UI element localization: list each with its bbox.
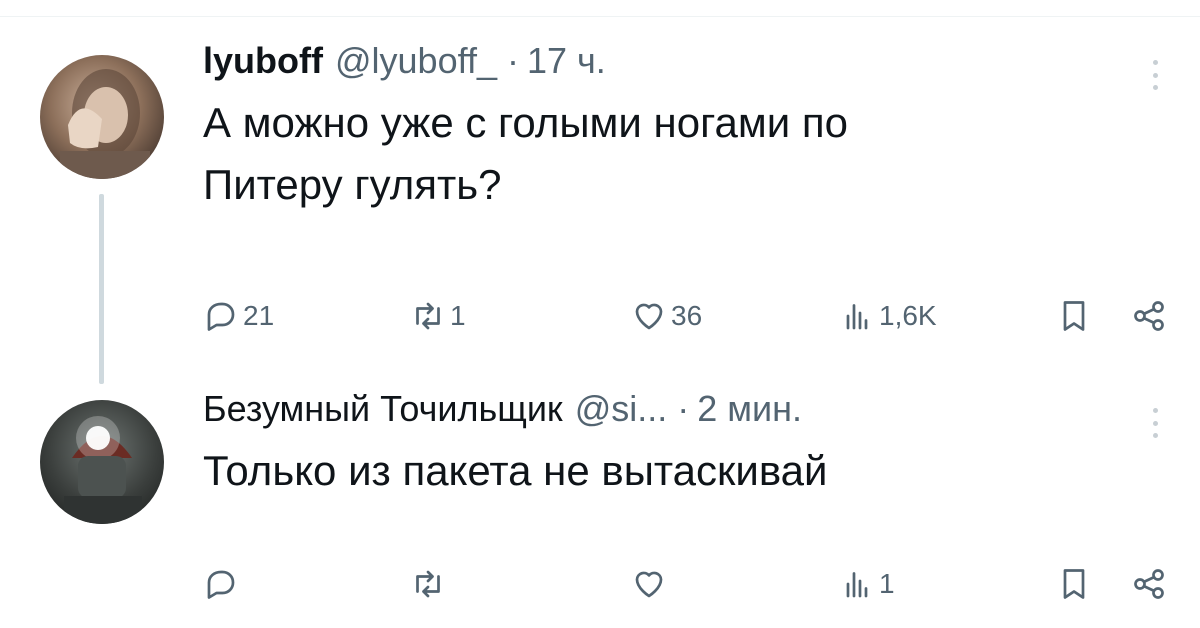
reply-icon [207, 570, 235, 599]
tweet-text: А можно уже с голыми ногами по Питеру гу… [203, 92, 1170, 216]
views-count: 1,6K [879, 300, 937, 331]
tweet-text-line: Только из пакета не вытаскивай [203, 447, 828, 494]
bookmark-icon [1063, 569, 1085, 599]
bookmark-icon [1063, 301, 1085, 331]
tweet-header: lyuboff @lyuboff_ · 17 ч. [203, 40, 1170, 90]
tweet-header: Безумный Точильщик @si... · 2 мин. [203, 388, 1170, 438]
timestamp[interactable]: 2 мин. [697, 388, 802, 430]
repost-icon [416, 302, 440, 330]
views-button[interactable]: 1 [839, 564, 895, 604]
tweet-text-line: Питеру гулять? [203, 161, 502, 208]
user-handle[interactable]: @lyuboff_ [335, 40, 497, 82]
action-bar: 21 1 36 1,6K [203, 296, 1170, 336]
like-icon [635, 571, 663, 598]
avatar[interactable] [40, 55, 164, 179]
views-icon [846, 304, 868, 330]
reply-icon [207, 302, 235, 331]
repost-count: 1 [450, 300, 466, 331]
tweet-body: Безумный Точильщик @si... · 2 мин. Тольк… [203, 388, 1170, 599]
like-count: 36 [671, 300, 703, 331]
avatar-photo-icon [64, 416, 142, 524]
more-options-icon[interactable] [1152, 408, 1158, 438]
share-button[interactable] [1131, 296, 1167, 336]
avatar-photo-icon [60, 69, 150, 179]
share-icon [1134, 569, 1164, 599]
more-options-icon[interactable] [1152, 60, 1158, 90]
separator-dot: · [677, 388, 690, 429]
reply-button[interactable]: 21 [203, 296, 274, 336]
display-name[interactable]: lyuboff [203, 40, 323, 82]
tweet-body: lyuboff @lyuboff_ · 17 ч. А можно уже с … [203, 40, 1170, 331]
repost-button[interactable]: 1 [410, 296, 466, 336]
top-divider [0, 16, 1200, 17]
separator-dot: · [506, 40, 519, 81]
views-button[interactable]: 1,6K [839, 296, 937, 336]
action-bar: 1 [203, 564, 1170, 604]
repost-button[interactable] [410, 564, 450, 604]
reply-count: 21 [243, 300, 275, 331]
bookmark-button[interactable] [1056, 296, 1092, 336]
views-icon [846, 572, 868, 598]
display-name[interactable]: Безумный Точильщик [203, 388, 563, 430]
views-count: 1 [879, 568, 895, 599]
like-button[interactable]: 36 [631, 296, 702, 336]
tweet-text: Только из пакета не вытаскивай [203, 440, 1170, 502]
share-button[interactable] [1131, 564, 1167, 604]
reply-button[interactable] [203, 564, 243, 604]
tweet-text-line: А можно уже с голыми ногами по [203, 99, 848, 146]
bookmark-button[interactable] [1056, 564, 1092, 604]
thread-connector-line [99, 194, 104, 384]
share-icon [1134, 301, 1164, 331]
like-button[interactable] [631, 564, 671, 604]
user-handle[interactable]: @si... [575, 388, 668, 430]
timestamp[interactable]: 17 ч. [527, 40, 606, 82]
repost-icon [416, 570, 440, 598]
like-icon [635, 303, 663, 330]
avatar[interactable] [40, 400, 164, 524]
